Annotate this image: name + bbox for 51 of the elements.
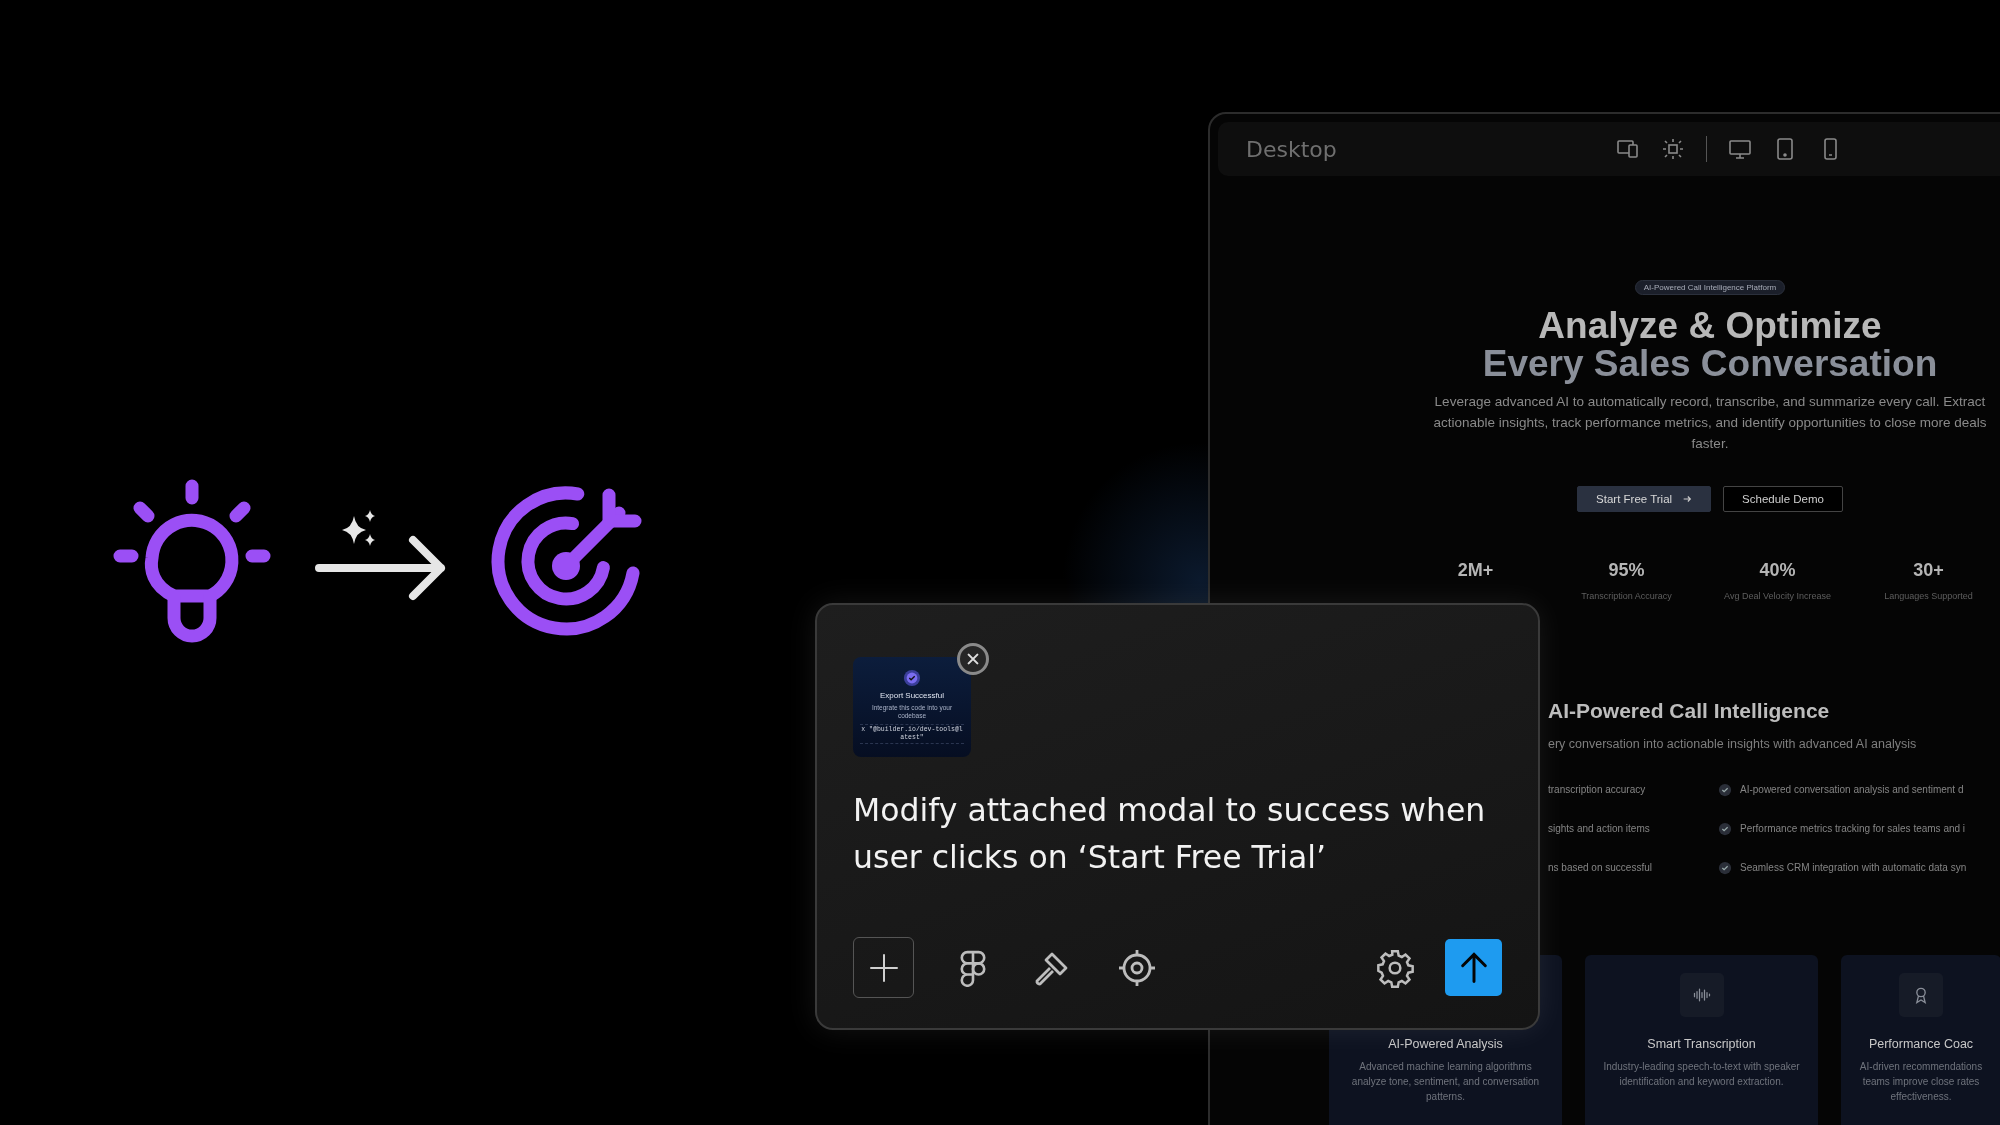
- stat-label: Transcription Accuracy: [1581, 591, 1672, 601]
- plus-icon: [868, 952, 899, 983]
- close-icon: [966, 652, 980, 666]
- stat-label: Languages Supported: [1884, 591, 1973, 601]
- prompt-text: Modify attached modal to success when user clicks on ‘Start Free Trial’: [853, 791, 1487, 877]
- section-title: AI-Powered Call Intelligence: [1548, 699, 1831, 723]
- check-circle-icon: [1718, 783, 1732, 797]
- responsive-devices-icon[interactable]: [1616, 137, 1640, 161]
- stat-value: 95%: [1608, 560, 1645, 581]
- stat-value: 30+: [1913, 560, 1944, 581]
- headline: Analyze & Optimize: [1537, 307, 1883, 345]
- section-subtitle: ery conversation into actionable insights with advanced AI analysis: [1548, 737, 1918, 751]
- check-circle-icon: [903, 669, 921, 687]
- card-description: Advanced machine learning algorithms analyze tone, sentiment, and conversation patterns.: [1350, 1060, 1541, 1104]
- card-description: AI-driven recommendations teams improve close rates effectiveness.: [1858, 1060, 1984, 1104]
- thumbnail-title: Export Successful: [880, 691, 944, 700]
- waveform-icon: [1679, 973, 1724, 1017]
- close-button[interactable]: [957, 643, 989, 675]
- headline: Every Sales Conversation: [1482, 345, 1938, 383]
- feature-text: Seamless CRM integration with automatic data syn: [1740, 861, 1967, 875]
- demo-button[interactable]: Schedule Demo: [1723, 486, 1843, 512]
- crosshair-icon[interactable]: [1117, 947, 1157, 988]
- stat-value: 2M+: [1457, 560, 1494, 581]
- trial-button[interactable]: Start Free Trial: [1577, 486, 1712, 512]
- check-circle-icon: [1718, 822, 1732, 836]
- feature-text: transcription accuracy: [1548, 783, 1647, 797]
- feature-text: Performance metrics tracking for sales teams and i: [1740, 822, 1966, 836]
- sparkles-icon: [342, 509, 375, 546]
- desktop-icon[interactable]: [1728, 137, 1752, 161]
- award-ribbon-icon: [1899, 973, 1943, 1017]
- card-title: Smart Transcription: [1647, 1037, 1756, 1051]
- right-arrow-icon: [315, 535, 445, 600]
- check-circle-icon: [1718, 861, 1732, 875]
- card-description: Industry-leading speech-to-text with speaker identification and keyword extraction.: [1602, 1060, 1801, 1089]
- feature-text: sights and action items: [1548, 822, 1651, 836]
- frame-select-icon[interactable]: [1661, 137, 1685, 161]
- window-title: Desktop: [1246, 136, 1338, 162]
- card-title: AI-Powered Analysis: [1388, 1037, 1503, 1051]
- add-button[interactable]: [853, 937, 914, 998]
- arrow-right-icon: [1682, 494, 1693, 504]
- feature-text: ns based on successful: [1548, 861, 1653, 875]
- stat-label: Avg Deal Velocity Increase: [1724, 591, 1831, 601]
- card-title: Performance Coac: [1868, 1037, 1974, 1051]
- stat-value: 40%: [1759, 560, 1796, 581]
- feature-text: AI-powered conversation analysis and sentiment d: [1740, 783, 1964, 797]
- lightbulb-icon: [112, 478, 272, 643]
- badge: AI-Powered Call Intelligence Platform: [1634, 280, 1786, 295]
- settings-icon[interactable]: [1375, 947, 1415, 988]
- intro-text: Leverage advanced AI to automatically record, transcribe, and summarize every call. Extract actionable insights, track performance metrics, and identify opportunities to close more deals faster.: [1432, 393, 1988, 453]
- figma-icon[interactable]: [959, 948, 987, 987]
- send-button[interactable]: [1445, 939, 1502, 996]
